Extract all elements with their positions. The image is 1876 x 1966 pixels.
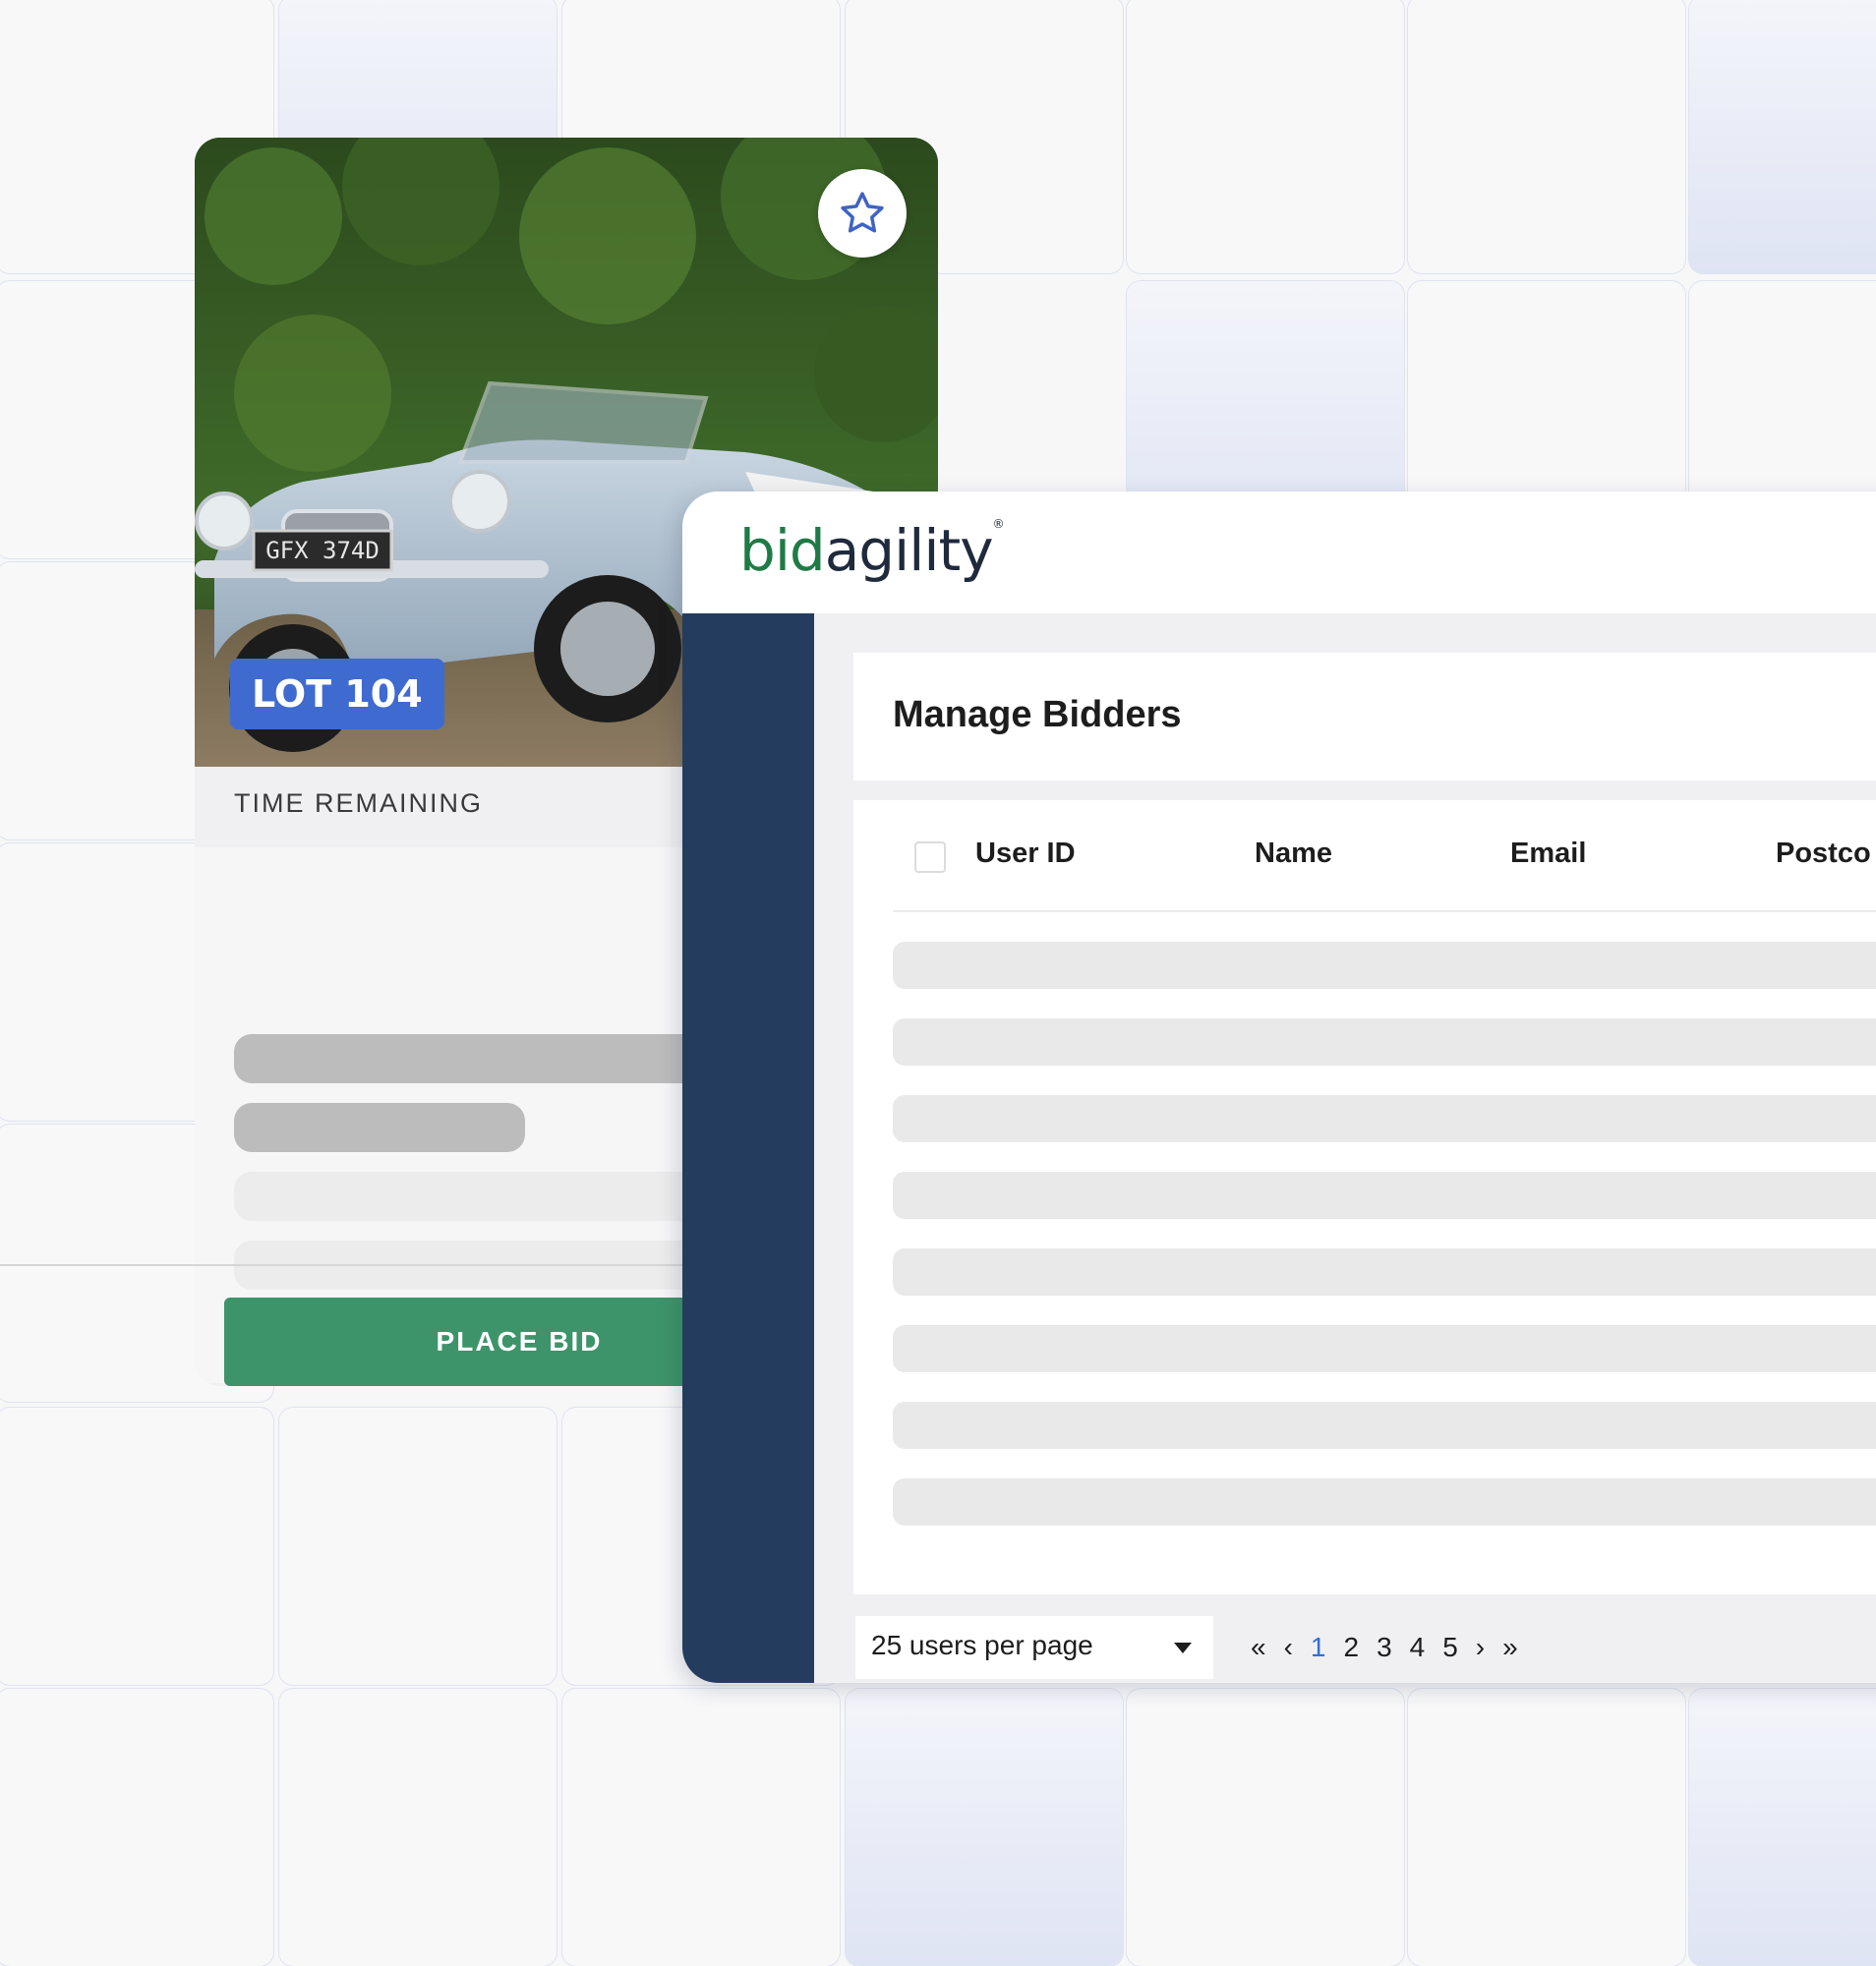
bg-tile [0,1689,273,1966]
admin-header: bidagility® [682,492,1876,613]
card-divider [0,1264,743,1266]
table-row[interactable] [893,1172,1876,1219]
time-remaining-label: TIME REMAINING [234,788,484,818]
title-panel: Manage Bidders [853,653,1876,781]
table-row[interactable] [893,942,1876,989]
lot-badge: LOT 104 [230,659,444,729]
column-header-user-id[interactable]: User ID [975,838,1076,870]
logo-agility: agility [824,517,994,584]
logo-bid: bid [739,517,826,584]
star-icon [841,192,884,233]
bg-tile [279,1689,557,1966]
bg-tile [1689,0,1876,273]
page-4-button[interactable]: 4 [1410,1632,1426,1663]
bg-tile [279,1408,557,1685]
table-row[interactable] [893,1325,1876,1372]
last-page-button[interactable]: » [1502,1632,1518,1663]
admin-window: bidagility® Manage Bidders User ID Name … [682,492,1876,1683]
bg-tile [846,1689,1123,1966]
table-header-divider [893,910,1876,912]
bg-tile [1689,1689,1876,1966]
skeleton-line [234,1103,525,1152]
table-row[interactable] [893,1095,1876,1142]
logo-registered-mark: ® [992,517,1005,531]
column-header-email[interactable]: Email [1510,838,1586,870]
prev-page-button[interactable]: ‹ [1284,1632,1293,1663]
license-plate: GFX 374D [265,537,380,564]
bg-tile [1127,0,1404,273]
caret-down-icon [1174,1643,1192,1653]
per-page-value: 25 users per page [871,1630,1093,1660]
sidebar [682,613,814,1683]
page-2-button[interactable]: 2 [1343,1632,1359,1663]
bidders-table: User ID Name Email Postco [853,800,1876,1594]
bg-tile [0,1408,273,1685]
page-title: Manage Bidders [893,694,1182,735]
page-5-button[interactable]: 5 [1442,1632,1458,1663]
bg-tile [1408,0,1685,273]
bg-tile [1127,1689,1404,1966]
table-row[interactable] [893,1018,1876,1066]
page-3-button[interactable]: 3 [1377,1632,1392,1663]
table-row[interactable] [893,1248,1876,1296]
favorite-button[interactable] [818,169,907,258]
table-row[interactable] [893,1478,1876,1526]
select-all-checkbox[interactable] [914,841,946,873]
pagination: « ‹ 1 2 3 4 5 › » [1251,1628,1536,1667]
next-page-button[interactable]: › [1476,1632,1485,1663]
bg-tile [562,1689,840,1966]
per-page-select[interactable]: 25 users per page [855,1616,1213,1679]
column-header-postcode[interactable]: Postco [1776,838,1871,870]
first-page-button[interactable]: « [1251,1632,1266,1663]
bg-tile [1408,1689,1685,1966]
column-header-name[interactable]: Name [1255,838,1332,870]
table-row[interactable] [893,1402,1876,1449]
bidagility-logo[interactable]: bidagility® [739,517,1005,584]
page-1-button[interactable]: 1 [1311,1632,1326,1663]
